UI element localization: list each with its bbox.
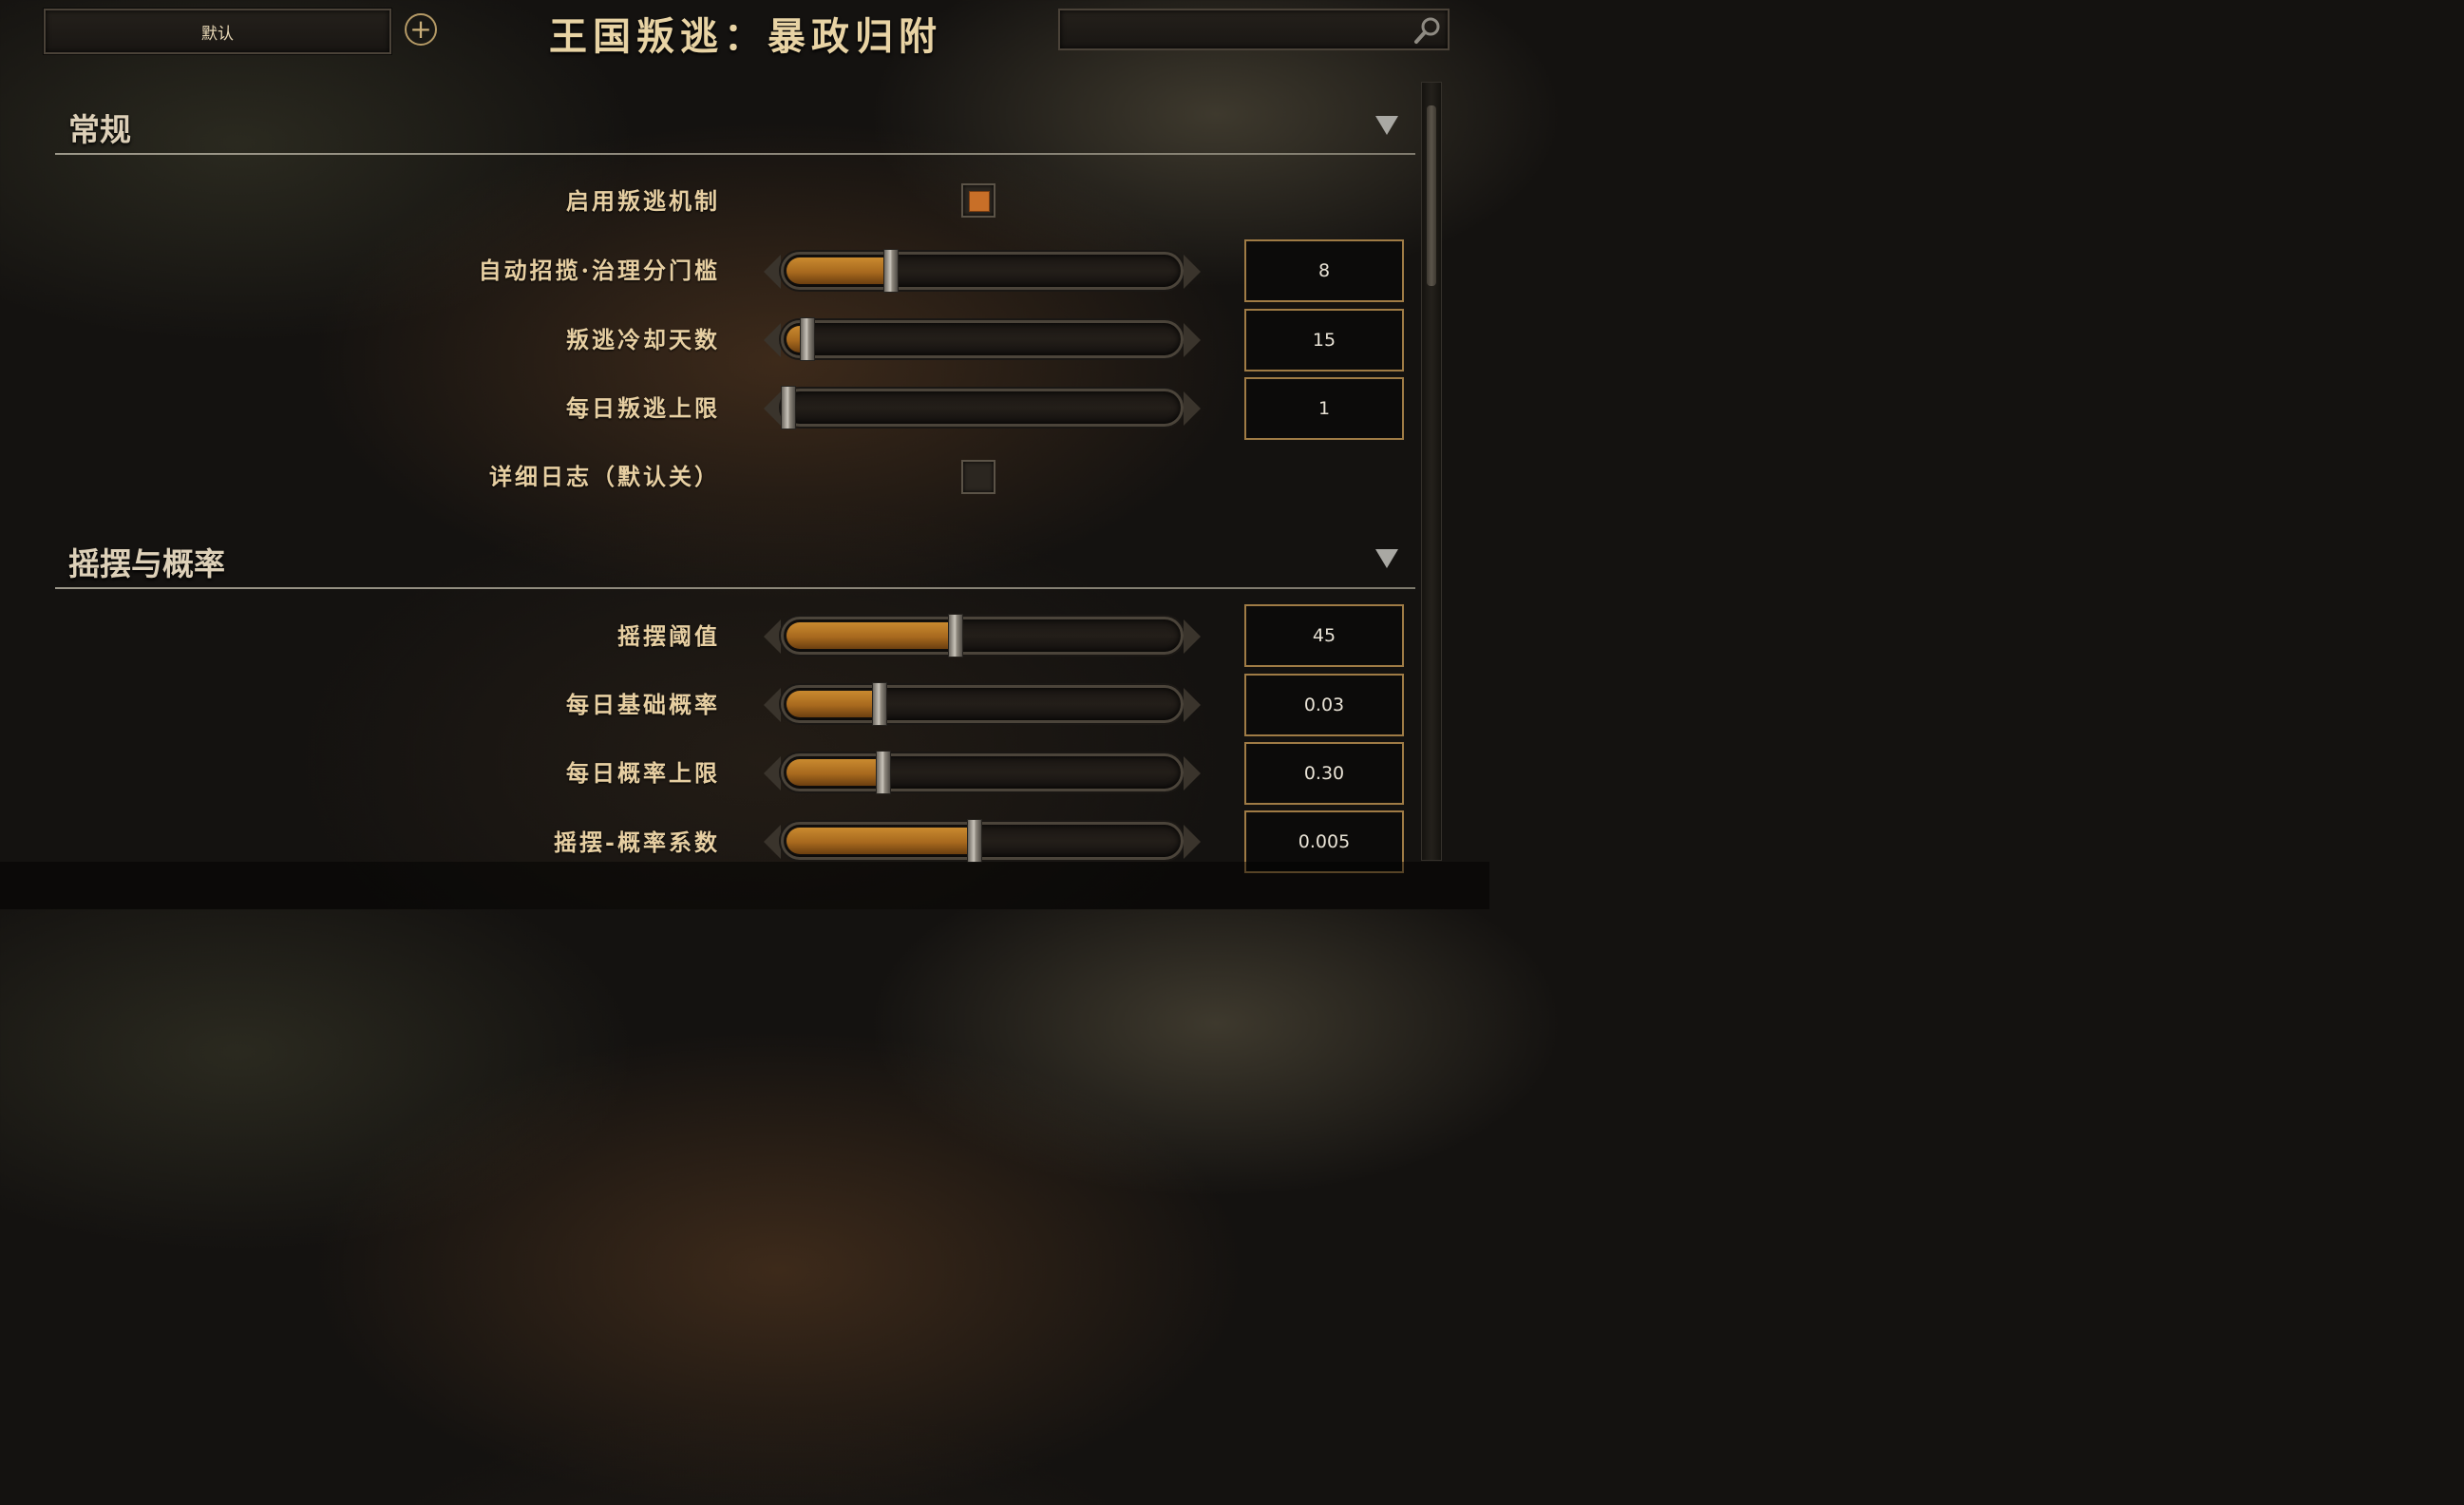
section-title-general: 常规 (68, 111, 131, 148)
slider-left-cap (764, 323, 781, 357)
slider-right-cap (1184, 255, 1201, 289)
slider-thumb[interactable] (876, 751, 891, 794)
slider-track (781, 252, 1184, 290)
slider-track (781, 685, 1184, 723)
slider-fill (787, 691, 880, 717)
slider-track (781, 753, 1184, 791)
section-divider (55, 587, 1415, 589)
scrollbar[interactable] (1421, 82, 1442, 861)
slider-thumb[interactable] (800, 317, 815, 361)
slider-left-cap (764, 391, 781, 426)
defection-cooldown-value[interactable]: 15 (1244, 309, 1404, 371)
slider-right-cap (1184, 688, 1201, 722)
collapse-sway-icon[interactable] (1375, 549, 1398, 568)
slider-thumb[interactable] (872, 682, 887, 726)
setting-label-verbose-log: 详细日志（默认关） (489, 463, 720, 490)
slider-left-cap (764, 825, 781, 859)
slider-right-cap (1184, 323, 1201, 357)
slider-fill (787, 622, 956, 649)
slider-right-cap (1184, 619, 1201, 654)
slider-thumb[interactable] (781, 386, 796, 429)
verbose-log-checkbox[interactable] (961, 460, 995, 494)
defection-cooldown-slider[interactable] (764, 317, 1201, 363)
slider-left-cap (764, 756, 781, 791)
plus-circle-icon: + (409, 13, 432, 45)
search-input[interactable] (1068, 16, 1413, 45)
slider-thumb[interactable] (948, 614, 963, 657)
slider-track (781, 320, 1184, 358)
setting-label-daily-defection-limit: 每日叛逃上限 (566, 394, 720, 422)
slider-left-cap (764, 255, 781, 289)
add-preset-button[interactable]: + (405, 13, 437, 46)
daily-defection-limit-value[interactable]: 1 (1244, 377, 1404, 440)
preset-selector[interactable]: 默认 (44, 9, 391, 54)
setting-label-auto-recruit-threshold: 自动招揽·治理分门槛 (478, 257, 720, 284)
slider-left-cap (764, 688, 781, 722)
checkbox-checked-mark (969, 191, 990, 212)
setting-label-defection-cooldown: 叛逃冷却天数 (566, 326, 720, 353)
bottom-shade (0, 862, 1489, 909)
setting-label-sway-probability-factor: 摇摆-概率系数 (554, 829, 720, 856)
slider-right-cap (1184, 391, 1201, 426)
setting-label-enable-defection: 启用叛逃机制 (566, 187, 720, 215)
daily-defection-limit-slider[interactable] (764, 386, 1201, 431)
slider-fill (787, 828, 975, 854)
search-box (1058, 9, 1450, 50)
setting-label-daily-base-probability: 每日基础概率 (566, 691, 720, 718)
preset-label: 默认 (201, 24, 234, 44)
slider-track (781, 389, 1184, 427)
slider-thumb[interactable] (967, 819, 982, 863)
auto-recruit-threshold-value[interactable]: 8 (1244, 239, 1404, 302)
slider-track (781, 617, 1184, 655)
slider-left-cap (764, 619, 781, 654)
sway-threshold-value[interactable]: 45 (1244, 604, 1404, 667)
slider-track (781, 822, 1184, 860)
setting-label-daily-probability-cap: 每日概率上限 (566, 759, 720, 787)
setting-label-sway-threshold: 摇摆阈值 (617, 622, 720, 650)
slider-right-cap (1184, 756, 1201, 791)
daily-base-probability-value[interactable]: 0.03 (1244, 674, 1404, 736)
daily-probability-cap-value[interactable]: 0.30 (1244, 742, 1404, 805)
daily-probability-cap-slider[interactable] (764, 751, 1201, 796)
sway-threshold-slider[interactable] (764, 614, 1201, 659)
section-divider (55, 153, 1415, 155)
slider-fill (787, 759, 883, 786)
magnifier-icon[interactable] (1412, 14, 1444, 47)
slider-right-cap (1184, 825, 1201, 859)
auto-recruit-threshold-slider[interactable] (764, 249, 1201, 295)
slider-thumb[interactable] (883, 249, 899, 293)
sway-probability-factor-slider[interactable] (764, 819, 1201, 865)
enable-defection-checkbox[interactable] (961, 183, 995, 218)
daily-base-probability-slider[interactable] (764, 682, 1201, 728)
scrollbar-thumb[interactable] (1427, 105, 1436, 286)
collapse-general-icon[interactable] (1375, 116, 1398, 135)
slider-fill (787, 257, 891, 284)
section-title-sway-probability: 摇摆与概率 (68, 545, 225, 582)
page-title: 王国叛逃：暴政归附 (549, 14, 942, 59)
